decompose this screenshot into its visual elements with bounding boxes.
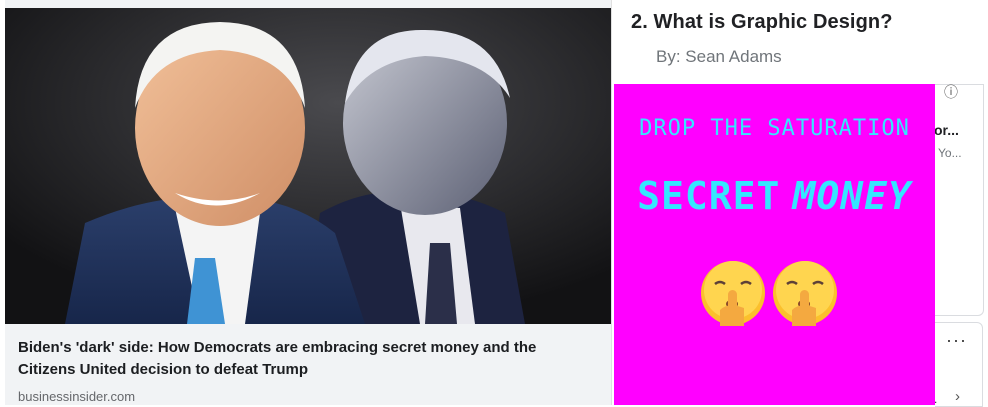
meme-image: DROP THE SATURATION SECRET MONEY bbox=[614, 84, 935, 405]
emoji-row bbox=[698, 258, 858, 328]
info-icon[interactable]: ⓘ bbox=[943, 84, 959, 100]
meme-caption-main: SECRET MONEY bbox=[614, 174, 935, 218]
biden-photo-illustration bbox=[5, 8, 611, 324]
link-preview-card[interactable]: Biden's 'dark' side: How Democrats are e… bbox=[5, 0, 612, 405]
chevron-right-icon[interactable]: › bbox=[955, 388, 960, 405]
source-domain: businessinsider.com bbox=[18, 389, 136, 404]
peek-card-subtitle: Yo... bbox=[938, 146, 962, 160]
suggestion-card[interactable]: 2. What is Graphic Design? By: Sean Adam… bbox=[611, 0, 988, 84]
shushing-face-icon bbox=[701, 261, 765, 326]
suggestion-byline: By: Sean Adams bbox=[656, 47, 782, 66]
suggestion-title[interactable]: 2. What is Graphic Design? bbox=[631, 11, 893, 34]
article-thumbnail[interactable] bbox=[5, 8, 611, 324]
background-card[interactable] bbox=[935, 84, 984, 316]
article-headline[interactable]: Biden's 'dark' side: How Democrats are e… bbox=[18, 337, 578, 381]
shushing-face-icon bbox=[773, 261, 837, 326]
more-options-icon[interactable]: ··· bbox=[946, 331, 967, 349]
meme-word-secret: SECRET bbox=[637, 174, 781, 218]
meme-caption-top: DROP THE SATURATION bbox=[639, 116, 910, 141]
meme-word-money: MONEY bbox=[792, 174, 912, 218]
peek-card-title[interactable]: or... bbox=[934, 122, 959, 138]
